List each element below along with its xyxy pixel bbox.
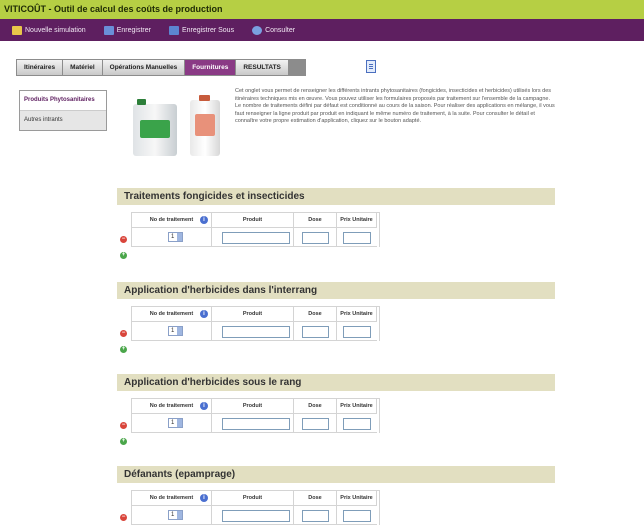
product-input[interactable] [222,418,290,430]
section-fongicides-insecticides: Traitements fongicides et insecticides N… [117,188,555,247]
info-icon[interactable]: i [200,402,208,410]
menu-label: Enregistrer [116,26,151,34]
treatment-table: No de traitement i Produit Dose Prix Unit… [131,212,380,247]
menu-label: Enregistrer Sous [181,26,235,34]
col-product: Produit [212,491,294,506]
unit-price-input[interactable] [343,326,371,338]
section-title: Traitements fongicides et insecticides [117,188,555,205]
remove-row-icon[interactable]: − [120,330,127,337]
menu-consult[interactable]: Consulter [252,25,296,35]
save-as-icon [168,25,179,35]
col-product: Produit [212,307,294,322]
remove-row-icon[interactable]: − [120,514,127,521]
col-dose: Dose [294,399,337,414]
sidebar: Produits Phytosanitaires Autres intrants [19,90,107,131]
treatment-no-select[interactable]: 1 [168,418,183,428]
treatment-table: No de traitement i Produit Dose Prix Unit… [131,490,380,525]
section-herbicides-sous-rang: Application d'herbicides sous le rang No… [117,374,555,433]
save-icon [103,25,114,35]
add-row-icon[interactable]: + [120,438,127,445]
table-row: 1 [132,228,212,247]
description-text: Cet onglet vous permet de renseigner les… [235,88,555,124]
consult-icon [252,25,263,35]
product-input[interactable] [222,510,290,522]
remove-row-icon[interactable]: − [120,236,127,243]
tab-fournitures[interactable]: Fournitures [185,60,236,75]
tab-itineraires[interactable]: Itinéraires [17,60,63,75]
product-bottle-image [190,95,220,156]
product-input[interactable] [222,232,290,244]
info-icon[interactable]: i [200,310,208,318]
info-icon[interactable]: i [200,494,208,502]
section-title: Application d'herbicides sous le rang [117,374,555,391]
col-dose: Dose [294,307,337,322]
section-defanants: Défanants (epamprage) No de traitement i … [117,466,555,525]
dose-input[interactable] [302,232,329,244]
table-row: 1 [132,322,212,341]
menu-new-simulation[interactable]: Nouvelle simulation [12,25,86,35]
tab-operations-manuelles[interactable]: Opérations Manuelles [102,60,185,75]
tab-materiel[interactable]: Matériel [63,60,102,75]
col-unit-price: Prix Unitaire [337,213,377,228]
unit-price-input[interactable] [343,232,371,244]
dose-input[interactable] [302,510,329,522]
app-title: VITICOÛT - Outil de calcul des coûts de … [0,0,644,19]
treatment-table: No de traitement i Produit Dose Prix Unit… [131,306,380,341]
col-unit-price: Prix Unitaire [337,307,377,322]
add-row-icon[interactable]: + [120,252,127,259]
remove-row-icon[interactable]: − [120,422,127,429]
col-unit-price: Prix Unitaire [337,491,377,506]
sidebar-item-autres-intrants[interactable]: Autres intrants [20,111,106,130]
info-icon[interactable]: i [200,216,208,224]
treatment-no-select[interactable]: 1 [168,510,183,520]
col-product: Produit [212,213,294,228]
treatment-no-select[interactable]: 1 [168,326,183,336]
col-unit-price: Prix Unitaire [337,399,377,414]
product-jug-image [133,99,177,156]
tab-resultats[interactable]: RESULTATS [236,60,288,75]
product-input[interactable] [222,326,290,338]
section-herbicides-interrang: Application d'herbicides dans l'interran… [117,282,555,341]
dose-input[interactable] [302,326,329,338]
col-treatment-no: No de traitement i [132,491,212,506]
menu-bar: Nouvelle simulation Enregistrer Enregist… [0,19,644,41]
menu-save[interactable]: Enregistrer [103,25,151,35]
unit-price-input[interactable] [343,510,371,522]
treatment-table: No de traitement i Produit Dose Prix Unit… [131,398,380,433]
col-dose: Dose [294,491,337,506]
col-product: Produit [212,399,294,414]
col-dose: Dose [294,213,337,228]
new-doc-icon [12,25,22,35]
dose-input[interactable] [302,418,329,430]
main-tabs: Itinéraires Matériel Opérations Manuelle… [16,59,306,76]
menu-label: Consulter [265,26,296,34]
table-row: 1 [132,414,212,433]
col-treatment-no: No de traitement i [132,307,212,322]
document-icon[interactable] [366,60,376,73]
section-title: Application d'herbicides dans l'interran… [117,282,555,299]
add-row-icon[interactable]: + [120,346,127,353]
treatment-no-select[interactable]: 1 [168,232,183,242]
sidebar-item-produits-phytosanitaires[interactable]: Produits Phytosanitaires [20,91,106,111]
col-treatment-no: No de traitement i [132,399,212,414]
menu-save-as[interactable]: Enregistrer Sous [168,25,235,35]
menu-label: Nouvelle simulation [25,26,86,34]
table-row: 1 [132,506,212,525]
col-treatment-no: No de traitement i [132,213,212,228]
section-title: Défanants (epamprage) [117,466,555,483]
unit-price-input[interactable] [343,418,371,430]
